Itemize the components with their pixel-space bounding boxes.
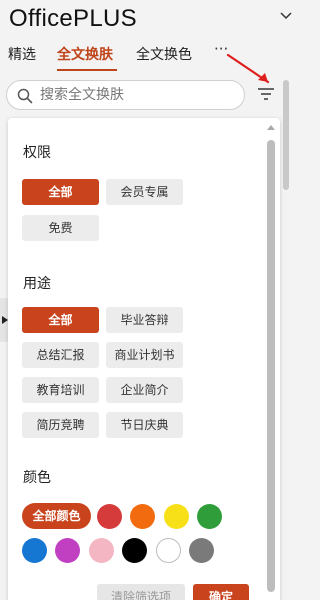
tab-full-skin[interactable]: 全文换肤 <box>57 44 113 64</box>
usage-option-resume[interactable]: 简历竞聘 <box>22 412 99 438</box>
usage-option-business-plan[interactable]: 商业计划书 <box>106 342 183 368</box>
color-swatch-blue[interactable] <box>22 538 47 563</box>
usage-title: 用途 <box>23 276 51 292</box>
permission-title: 权限 <box>23 145 51 161</box>
usage-option-company-intro[interactable]: 企业简介 <box>106 377 183 403</box>
permission-option-free[interactable]: 免费 <box>22 215 99 241</box>
color-option-all[interactable]: 全部颜色 <box>22 503 91 529</box>
app-root: OfficePLUS 精选 全文换肤 全文换色 ··· 权限 全部 会员专属 <box>0 0 297 600</box>
search-input[interactable] <box>40 85 238 105</box>
color-swatch-black[interactable] <box>122 538 147 563</box>
color-swatch-orange[interactable] <box>130 504 155 529</box>
tab-full-recolor[interactable]: 全文换色 <box>136 44 192 64</box>
usage-option-summary[interactable]: 总结汇报 <box>22 342 99 368</box>
active-tab-indicator <box>57 69 117 71</box>
app-title: OfficePLUS <box>9 5 137 32</box>
filter-panel: 权限 全部 会员专属 免费 用途 全部 毕业答辩 总结汇报 商业计划书 教育培训… <box>8 118 280 600</box>
tab-bar: 精选 全文换肤 全文换色 ··· <box>0 40 260 72</box>
confirm-button[interactable]: 确定 <box>193 584 249 600</box>
permission-option-member[interactable]: 会员专属 <box>106 179 183 205</box>
color-swatch-green[interactable] <box>197 504 222 529</box>
color-swatch-purple[interactable] <box>55 538 80 563</box>
search-icon <box>17 88 33 104</box>
panel-scrollbar-thumb[interactable] <box>267 140 275 592</box>
color-swatch-yellow[interactable] <box>164 504 189 529</box>
usage-option-festival[interactable]: 节日庆典 <box>106 412 183 438</box>
color-swatch-red[interactable] <box>97 504 122 529</box>
usage-option-all[interactable]: 全部 <box>22 307 99 333</box>
permission-option-all[interactable]: 全部 <box>22 179 99 205</box>
search-box <box>6 80 245 110</box>
scroll-up-icon[interactable] <box>266 123 276 131</box>
outer-scrollbar[interactable] <box>283 80 289 190</box>
clear-filters-button[interactable]: 清除筛选项 <box>97 584 185 600</box>
color-title: 颜色 <box>23 470 51 486</box>
color-swatch-pink[interactable] <box>89 538 114 563</box>
tab-featured[interactable]: 精选 <box>8 44 36 64</box>
usage-option-education[interactable]: 教育培训 <box>22 377 99 403</box>
usage-option-graduation[interactable]: 毕业答辩 <box>106 307 183 333</box>
filter-icon[interactable] <box>256 86 276 102</box>
color-swatch-white[interactable] <box>156 538 181 563</box>
chevron-down-icon[interactable] <box>280 12 292 20</box>
more-tabs-button[interactable]: ··· <box>214 40 228 58</box>
color-swatch-gray[interactable] <box>189 538 214 563</box>
